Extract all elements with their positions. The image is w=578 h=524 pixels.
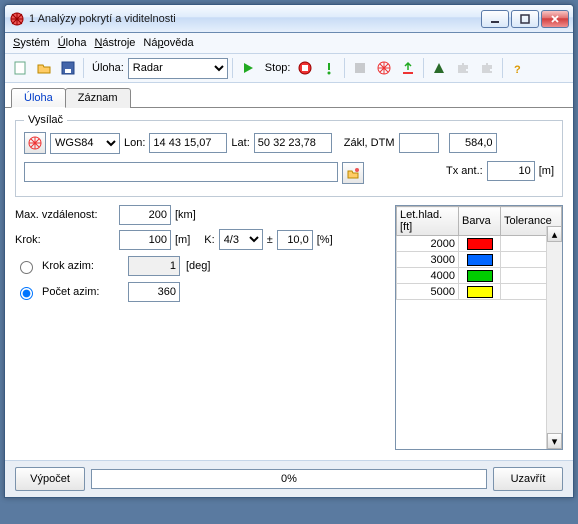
col-color[interactable]: Barva [459,207,501,236]
cell-color[interactable] [459,236,501,252]
menu-nastroje[interactable]: Nástroje [94,37,135,49]
maximize-button[interactable] [511,10,539,28]
k-select[interactable]: 4/3 [219,229,263,250]
lon-label: Lon: [124,137,145,149]
menu-system[interactable]: Systém [13,37,50,49]
alert-icon[interactable] [318,57,340,79]
pocet-azim-radio[interactable] [20,287,33,300]
cell-alt[interactable]: 5000 [397,284,459,300]
transmitter-group: Vysílač WGS84 Lon: Lat: Zákl, DTM Tx ant… [15,114,563,197]
pocet-azim-label: Počet azim: [42,286,122,298]
tab-zaznam[interactable]: Záznam [65,88,131,108]
compass-icon[interactable] [373,57,395,79]
maxdist-label: Max. vzdálenost: [15,209,115,221]
table-row[interactable]: 5000 [397,284,562,300]
progress-bar: 0% [91,469,487,489]
export-icon[interactable] [397,57,419,79]
scroll-down-icon[interactable]: ▾ [547,433,562,449]
compute-button[interactable]: Výpočet [15,467,85,491]
grid-scrollbar[interactable]: ▴ ▾ [546,226,562,449]
save-icon[interactable] [57,57,79,79]
menu-napoveda[interactable]: Nápověda [143,37,193,49]
menu-uloha[interactable]: Úloha [58,37,87,49]
cell-color[interactable] [459,268,501,284]
tab-row: Úloha Záznam [5,83,573,108]
tree-icon[interactable] [428,57,450,79]
lat-label: Lat: [231,137,249,149]
run-icon[interactable] [237,57,259,79]
pocet-azim-input[interactable] [128,282,180,302]
window-title: 1 Analýzy pokrytí a viditelnosti [29,13,479,25]
table-row[interactable]: 4000 [397,268,562,284]
krok-azim-label: Krok azim: [42,260,122,272]
browse-icon[interactable] [342,162,364,184]
maxdist-unit: [km] [175,209,196,221]
tol-unit: [%] [317,234,333,246]
menu-bar: Systém Úloha Nástroje Nápověda [5,33,573,54]
krok-azim-input [128,256,180,276]
cell-alt[interactable]: 3000 [397,252,459,268]
krok-input[interactable] [119,230,171,250]
table-row[interactable]: 3000 [397,252,562,268]
open-icon[interactable] [33,57,55,79]
tol-input[interactable] [277,230,313,250]
plusminus: ± [267,234,273,246]
minimize-button[interactable] [481,10,509,28]
app-icon [9,11,25,27]
cell-alt[interactable]: 4000 [397,268,459,284]
help-icon[interactable]: ? [507,57,529,79]
toolbar-uloha-label: Úloha: [92,62,124,74]
close-button[interactable] [541,10,569,28]
cell-color[interactable] [459,252,501,268]
txant-label: Tx ant.: [446,165,483,177]
levels-grid[interactable]: Let.hlad. [ft] Barva Tolerance 200030004… [395,205,563,450]
toolbar-stop-label: Stop: [265,62,291,74]
krok-unit: [m] [175,234,190,246]
cell-alt[interactable]: 2000 [397,236,459,252]
path-input[interactable] [24,162,338,182]
tab-uloha[interactable]: Úloha [11,88,66,108]
new-icon[interactable] [9,57,31,79]
close-dialog-button[interactable]: Uzavřít [493,467,563,491]
puzzle2-icon[interactable] [476,57,498,79]
lon-input[interactable] [149,133,227,153]
txant-unit: [m] [539,165,554,177]
toolbar: Úloha: Radar Stop: ? [5,54,573,83]
table-row[interactable]: 2000 [397,236,562,252]
elev-input[interactable] [449,133,497,153]
cell-color[interactable] [459,284,501,300]
k-label: K: [204,234,214,246]
scroll-up-icon[interactable]: ▴ [547,226,562,242]
deg-unit: [deg] [186,260,210,272]
krok-label: Krok: [15,234,115,246]
layer-icon[interactable] [349,57,371,79]
krok-azim-radio[interactable] [20,261,33,274]
crs-select[interactable]: WGS84 [50,133,120,154]
maxdist-input[interactable] [119,205,171,225]
puzzle1-icon[interactable] [452,57,474,79]
transmitter-legend: Vysílač [24,114,67,126]
zakl-label: Zákl, DTM [344,137,395,149]
lat-input[interactable] [254,133,332,153]
txant-input[interactable] [487,161,535,181]
toolbar-uloha-select[interactable]: Radar [128,58,228,79]
bottom-bar: Výpočet 0% Uzavřít [5,460,573,497]
svg-text:?: ? [514,64,521,75]
col-alt[interactable]: Let.hlad. [ft] [397,207,459,236]
title-bar: 1 Analýzy pokrytí a viditelnosti [5,5,573,33]
stop-icon[interactable] [294,57,316,79]
pick-crs-icon[interactable] [24,132,46,154]
zakl-input[interactable] [399,133,439,153]
